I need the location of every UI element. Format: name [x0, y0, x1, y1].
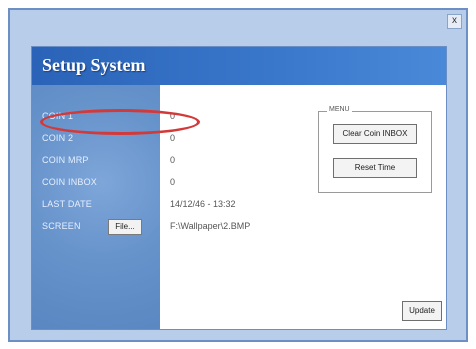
reset-time-button[interactable]: Reset Time: [333, 158, 417, 178]
screen-path-value: F:\Wallpaper\2.BMP: [170, 221, 251, 231]
coin-inbox-label: COIN INBOX: [42, 177, 98, 187]
coin1-value: 0: [170, 111, 176, 121]
coin-mrp-value: 0: [170, 155, 176, 165]
page-title: Setup System: [42, 55, 146, 75]
coin2-label: COIN 2: [42, 133, 74, 143]
coin1-label: COIN 1: [42, 111, 74, 121]
app-window: x Setup System COIN 1 COIN 2 COIN MRP CO…: [8, 8, 468, 342]
menu-group-label: MENU: [327, 106, 352, 113]
screen-label: SCREEN: [42, 221, 81, 231]
file-browse-button[interactable]: File...: [108, 219, 142, 235]
coin2-value: 0: [170, 133, 176, 143]
close-icon[interactable]: x: [447, 14, 462, 29]
clear-coin-inbox-button[interactable]: Clear Coin INBOX: [333, 124, 417, 144]
update-button[interactable]: Update: [402, 301, 442, 321]
coin-inbox-value: 0: [170, 177, 176, 187]
last-date-value: 14/12/46 - 13:32: [170, 199, 236, 209]
menu-group: MENU Clear Coin INBOX Reset Time: [318, 106, 432, 193]
dialog-header: Setup System: [32, 47, 446, 85]
setup-dialog: Setup System COIN 1 COIN 2 COIN MRP COIN…: [31, 46, 447, 330]
coin-mrp-label: COIN MRP: [42, 155, 89, 165]
last-date-label: LAST DATE: [42, 199, 92, 209]
